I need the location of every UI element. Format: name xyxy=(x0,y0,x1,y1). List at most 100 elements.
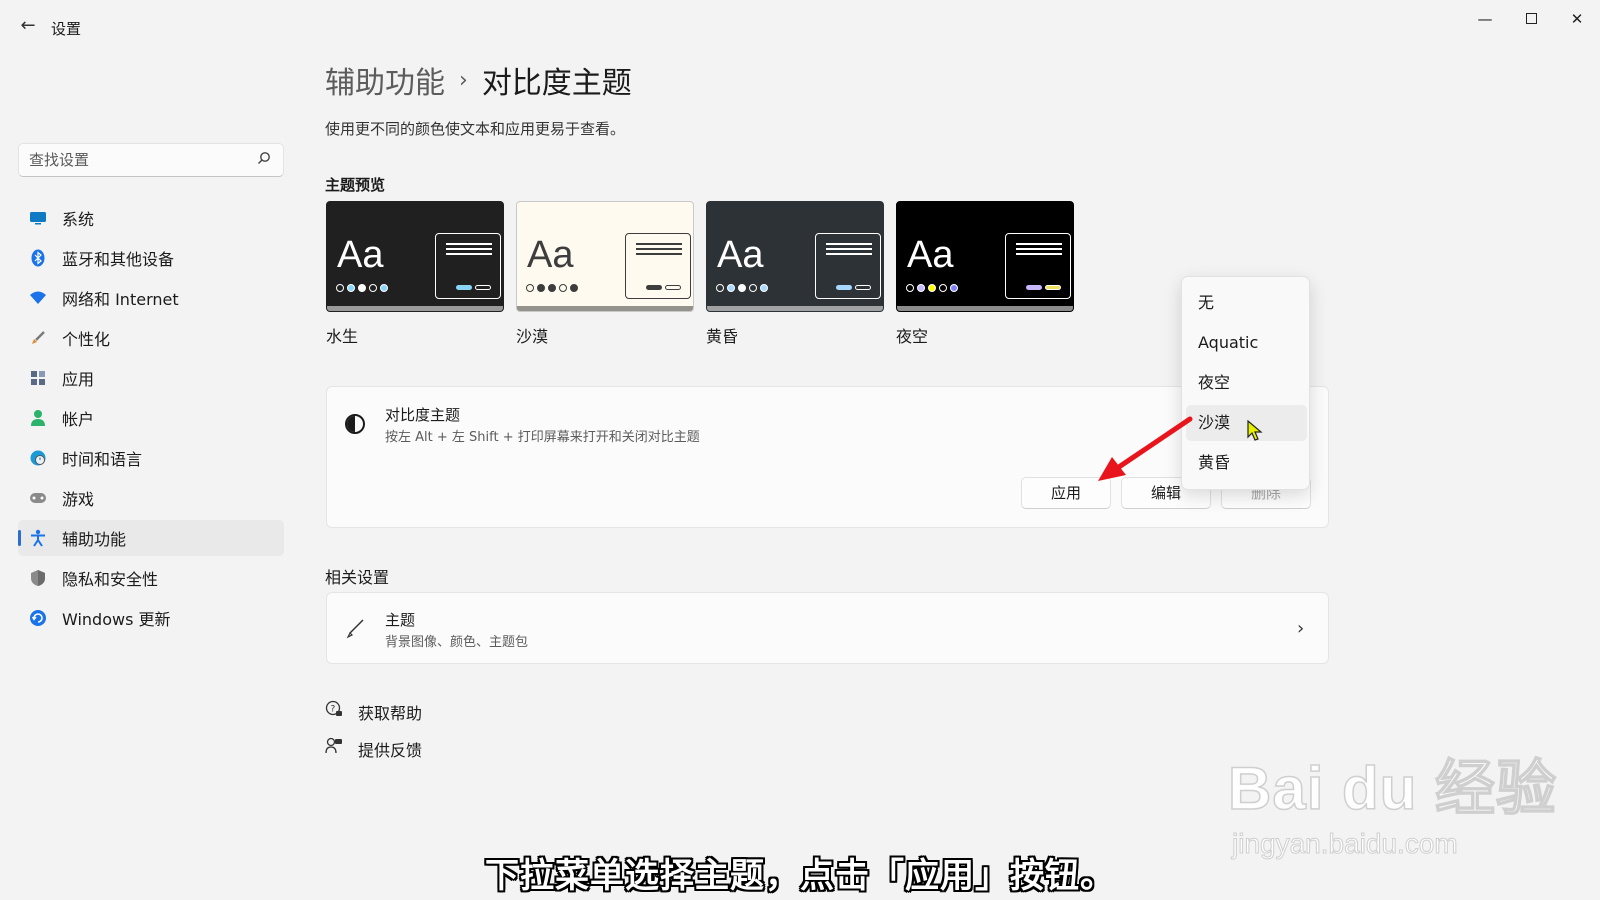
sidebar-item-label: 辅助功能 xyxy=(62,530,127,549)
theme-text-line xyxy=(446,253,492,255)
theme-taskbar xyxy=(517,306,693,311)
annotation-arrow-icon xyxy=(1098,416,1193,481)
breadcrumb-separator-icon: › xyxy=(459,67,468,93)
sidebar-item-network[interactable]: 网络和 Internet xyxy=(18,280,284,316)
sidebar-item-label: 应用 xyxy=(62,370,95,389)
search-box xyxy=(18,143,284,177)
theme-color-dot xyxy=(738,284,746,292)
sidebar-item-label: 个性化 xyxy=(62,330,111,349)
search-icon[interactable] xyxy=(257,151,271,169)
watermark: Bai du 经验 jingyan.baidu.com xyxy=(1227,740,1557,860)
account-icon xyxy=(29,409,47,427)
watermark-logo: Bai du 经验 xyxy=(1227,754,1558,823)
minimize-button[interactable]: — xyxy=(1462,4,1508,34)
theme-button-pill xyxy=(475,285,491,290)
sidebar-item-label: 帐户 xyxy=(62,410,95,429)
feedback-icon xyxy=(325,737,343,759)
theme-color-dots xyxy=(526,284,578,292)
theme-sample-text: Aa xyxy=(527,234,574,276)
theme-text-line xyxy=(1016,243,1062,245)
theme-button-pill xyxy=(1026,285,1042,290)
help-icon: ? xyxy=(325,700,343,722)
maximize-icon xyxy=(1525,12,1537,24)
theme-color-dot xyxy=(950,284,958,292)
theme-name-label: 夜空 xyxy=(896,327,929,346)
theme-sample-text: Aa xyxy=(337,234,384,276)
theme-color-dot xyxy=(749,284,757,292)
theme-color-dot xyxy=(380,284,388,292)
theme-text-line xyxy=(446,243,492,245)
sidebar-item-label: Windows 更新 xyxy=(62,610,171,629)
breadcrumb-parent[interactable]: 辅助功能 xyxy=(325,58,445,102)
maximize-button[interactable] xyxy=(1508,4,1554,34)
theme-color-dot xyxy=(727,284,735,292)
theme-color-dot xyxy=(917,284,925,292)
page-subtitle: 使用更不同的颜色使文本和应用更易于查看。 xyxy=(325,120,626,138)
shield-icon xyxy=(29,569,47,587)
theme-window-preview xyxy=(625,233,691,299)
sidebar-item-accounts[interactable]: 帐户 xyxy=(18,400,284,436)
theme-button-pill xyxy=(855,285,871,290)
video-caption: 下拉菜单选择主题，点击「应用」按钮。 xyxy=(485,856,1115,896)
sidebar-item-system[interactable]: 系统 xyxy=(18,200,284,236)
theme-preview-card[interactable]: Aa xyxy=(896,201,1074,312)
theme-text-line xyxy=(1016,248,1062,250)
theme-sample-text: Aa xyxy=(907,234,954,276)
search-input[interactable] xyxy=(19,144,239,176)
theme-color-dot xyxy=(347,284,355,292)
update-icon xyxy=(29,609,47,627)
sidebar-item-privacy[interactable]: 隐私和安全性 xyxy=(18,560,284,596)
mouse-cursor-icon xyxy=(1247,420,1263,441)
give-feedback-link[interactable]: 提供反馈 xyxy=(358,737,422,761)
theme-name-label: 黄昏 xyxy=(706,327,739,346)
theme-preview-card[interactable]: Aa xyxy=(706,201,884,312)
chevron-right-icon: › xyxy=(1297,618,1305,639)
dropdown-option[interactable]: 无 xyxy=(1186,285,1307,321)
sidebar-item-apps[interactable]: 应用 xyxy=(18,360,284,396)
contrast-icon xyxy=(345,414,365,434)
apps-icon xyxy=(29,369,47,387)
theme-text-line xyxy=(636,248,682,250)
theme-preview-heading: 主题预览 xyxy=(325,176,386,194)
theme-color-dots xyxy=(716,284,768,292)
theme-settings-row[interactable] xyxy=(326,592,1329,664)
theme-name-label: 水生 xyxy=(326,327,359,346)
theme-button-pill xyxy=(665,285,681,290)
wifi-icon xyxy=(29,289,47,307)
theme-preview-card[interactable]: Aa xyxy=(516,201,694,312)
back-arrow-icon[interactable]: ← xyxy=(16,14,40,38)
theme-text-line xyxy=(1016,253,1062,255)
sidebar-item-label: 隐私和安全性 xyxy=(62,570,159,589)
monitor-icon xyxy=(29,209,47,227)
theme-color-dot xyxy=(358,284,366,292)
theme-sample-text: Aa xyxy=(717,234,764,276)
theme-color-dot xyxy=(336,284,344,292)
gamepad-icon xyxy=(29,489,47,507)
get-help-link[interactable]: 获取帮助 xyxy=(358,700,422,724)
title-bar: ← 设置 — ✕ xyxy=(0,0,1600,52)
theme-color-dot xyxy=(369,284,377,292)
close-button[interactable]: ✕ xyxy=(1554,4,1600,34)
theme-row-desc: 背景图像、颜色、主题包 xyxy=(385,635,529,650)
sidebar-item-personalization[interactable]: 个性化 xyxy=(18,320,284,356)
theme-window-preview xyxy=(1005,233,1071,299)
theme-preview-card[interactable]: Aa xyxy=(326,201,504,312)
sidebar-nav: 系统 蓝牙和其他设备 网络和 Internet 个性化 应用 帐户 时间和语言 … xyxy=(18,200,284,640)
theme-taskbar xyxy=(897,306,1073,311)
theme-color-dot xyxy=(526,284,534,292)
sidebar-item-bluetooth[interactable]: 蓝牙和其他设备 xyxy=(18,240,284,276)
dropdown-option[interactable]: 夜空 xyxy=(1186,365,1307,401)
theme-text-line xyxy=(636,253,682,255)
sidebar-item-gaming[interactable]: 游戏 xyxy=(18,480,284,516)
bluetooth-icon xyxy=(29,249,47,267)
sidebar-item-accessibility[interactable]: 辅助功能 xyxy=(18,520,284,556)
sidebar-item-time-language[interactable]: 时间和语言 xyxy=(18,440,284,476)
theme-color-dot xyxy=(716,284,724,292)
sidebar-item-windows-update[interactable]: Windows 更新 xyxy=(18,600,284,636)
dropdown-option[interactable]: 黄昏 xyxy=(1186,445,1307,481)
theme-color-dot xyxy=(928,284,936,292)
dropdown-option[interactable]: Aquatic xyxy=(1186,325,1307,361)
theme-window-preview xyxy=(815,233,881,299)
sidebar-item-label: 游戏 xyxy=(62,490,95,509)
svg-text:?: ? xyxy=(331,705,336,715)
